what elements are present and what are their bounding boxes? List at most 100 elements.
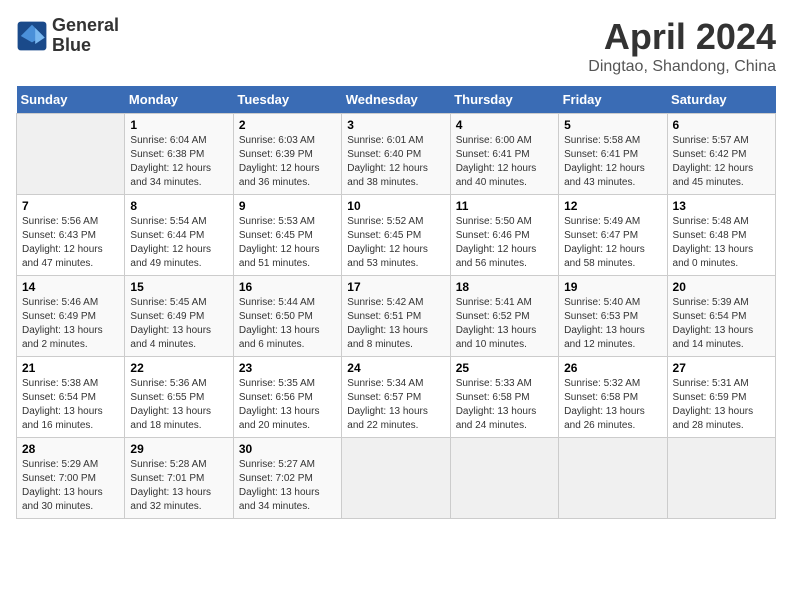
day-number: 24 <box>347 361 444 375</box>
logo-icon <box>16 20 48 52</box>
header-day: Sunday <box>17 86 125 114</box>
day-info: Sunrise: 5:50 AM Sunset: 6:46 PM Dayligh… <box>456 215 553 271</box>
day-info: Sunrise: 5:28 AM Sunset: 7:01 PM Dayligh… <box>130 458 227 514</box>
day-info: Sunrise: 5:38 AM Sunset: 6:54 PM Dayligh… <box>22 377 119 433</box>
calendar-cell: 30Sunrise: 5:27 AM Sunset: 7:02 PM Dayli… <box>233 438 341 519</box>
calendar-cell: 2 Sunrise: 6:03 AM Sunset: 6:39 PM Daylig… <box>233 114 341 195</box>
day-number: 13 <box>673 199 770 213</box>
day-number: 11 <box>456 199 553 213</box>
day-number: 20 <box>673 280 770 294</box>
day-info: Sunrise: 5:42 AM Sunset: 6:51 PM Dayligh… <box>347 296 444 352</box>
calendar-week-row: 21 Sunrise: 5:38 AM Sunset: 6:54 PM Dayli… <box>17 357 776 438</box>
header: General Blue April 2024 Dingtao, Shandon… <box>16 16 776 76</box>
day-info: Sunrise: 5:54 AM Sunset: 6:44 PM Dayligh… <box>130 215 227 271</box>
day-info: Sunrise: 5:49 AM Sunset: 6:47 PM Dayligh… <box>564 215 661 271</box>
day-number: 5 <box>564 118 661 132</box>
calendar-week-row: 7 Sunrise: 5:56 AM Sunset: 6:43 PM Daylig… <box>17 195 776 276</box>
day-info: Sunrise: 5:45 AM Sunset: 6:49 PM Dayligh… <box>130 296 227 352</box>
day-info: Sunrise: 5:39 AM Sunset: 6:54 PM Dayligh… <box>673 296 770 352</box>
day-info: Sunrise: 5:57 AM Sunset: 6:42 PM Dayligh… <box>673 134 770 190</box>
calendar-cell: 11 Sunrise: 5:50 AM Sunset: 6:46 PM Dayli… <box>450 195 558 276</box>
calendar-cell: 16 Sunrise: 5:44 AM Sunset: 6:50 PM Dayli… <box>233 276 341 357</box>
day-number: 28 <box>22 442 119 456</box>
day-info: Sunrise: 5:48 AM Sunset: 6:48 PM Dayligh… <box>673 215 770 271</box>
subtitle: Dingtao, Shandong, China <box>588 58 776 76</box>
day-number: 8 <box>130 199 227 213</box>
day-info: Sunrise: 6:04 AM Sunset: 6:38 PM Dayligh… <box>130 134 227 190</box>
logo-text: General Blue <box>52 16 119 56</box>
day-info: Sunrise: 5:44 AM Sunset: 6:50 PM Dayligh… <box>239 296 336 352</box>
day-info: Sunrise: 6:01 AM Sunset: 6:40 PM Dayligh… <box>347 134 444 190</box>
day-info: Sunrise: 5:29 AM Sunset: 7:00 PM Dayligh… <box>22 458 119 514</box>
day-number: 19 <box>564 280 661 294</box>
calendar-cell: 3 Sunrise: 6:01 AM Sunset: 6:40 PM Daylig… <box>342 114 450 195</box>
calendar-cell: 8 Sunrise: 5:54 AM Sunset: 6:44 PM Daylig… <box>125 195 233 276</box>
title-area: April 2024 Dingtao, Shandong, China <box>588 16 776 76</box>
calendar-cell: 12 Sunrise: 5:49 AM Sunset: 6:47 PM Dayli… <box>559 195 667 276</box>
calendar-cell: 17Sunrise: 5:42 AM Sunset: 6:51 PM Dayli… <box>342 276 450 357</box>
calendar-cell: 13 Sunrise: 5:48 AM Sunset: 6:48 PM Dayli… <box>667 195 775 276</box>
day-number: 29 <box>130 442 227 456</box>
day-info: Sunrise: 5:46 AM Sunset: 6:49 PM Dayligh… <box>22 296 119 352</box>
calendar-cell: 26 Sunrise: 5:32 AM Sunset: 6:58 PM Dayli… <box>559 357 667 438</box>
calendar-cell: 23Sunrise: 5:35 AM Sunset: 6:56 PM Dayli… <box>233 357 341 438</box>
calendar-cell <box>667 438 775 519</box>
day-info: Sunrise: 6:00 AM Sunset: 6:41 PM Dayligh… <box>456 134 553 190</box>
calendar-cell: 25Sunrise: 5:33 AM Sunset: 6:58 PM Dayli… <box>450 357 558 438</box>
day-number: 7 <box>22 199 119 213</box>
calendar-cell: 4 Sunrise: 6:00 AM Sunset: 6:41 PM Daylig… <box>450 114 558 195</box>
day-info: Sunrise: 5:53 AM Sunset: 6:45 PM Dayligh… <box>239 215 336 271</box>
day-info: Sunrise: 5:33 AM Sunset: 6:58 PM Dayligh… <box>456 377 553 433</box>
day-info: Sunrise: 5:52 AM Sunset: 6:45 PM Dayligh… <box>347 215 444 271</box>
day-info: Sunrise: 5:31 AM Sunset: 6:59 PM Dayligh… <box>673 377 770 433</box>
calendar-cell: 7 Sunrise: 5:56 AM Sunset: 6:43 PM Daylig… <box>17 195 125 276</box>
day-info: Sunrise: 6:03 AM Sunset: 6:39 PM Dayligh… <box>239 134 336 190</box>
day-number: 18 <box>456 280 553 294</box>
calendar-cell: 20 Sunrise: 5:39 AM Sunset: 6:54 PM Dayli… <box>667 276 775 357</box>
calendar-cell: 14Sunrise: 5:46 AM Sunset: 6:49 PM Dayli… <box>17 276 125 357</box>
day-info: Sunrise: 5:41 AM Sunset: 6:52 PM Dayligh… <box>456 296 553 352</box>
day-info: Sunrise: 5:40 AM Sunset: 6:53 PM Dayligh… <box>564 296 661 352</box>
calendar-cell: 22 Sunrise: 5:36 AM Sunset: 6:55 PM Dayli… <box>125 357 233 438</box>
calendar-cell <box>342 438 450 519</box>
day-number: 10 <box>347 199 444 213</box>
day-number: 21 <box>22 361 119 375</box>
calendar-week-row: 28 Sunrise: 5:29 AM Sunset: 7:00 PM Dayli… <box>17 438 776 519</box>
day-number: 2 <box>239 118 336 132</box>
calendar-cell: 28 Sunrise: 5:29 AM Sunset: 7:00 PM Dayli… <box>17 438 125 519</box>
logo: General Blue <box>16 16 119 56</box>
header-day: Thursday <box>450 86 558 114</box>
day-number: 9 <box>239 199 336 213</box>
header-day: Wednesday <box>342 86 450 114</box>
calendar-cell: 1 Sunrise: 6:04 AM Sunset: 6:38 PM Daylig… <box>125 114 233 195</box>
day-number: 3 <box>347 118 444 132</box>
calendar-cell: 29 Sunrise: 5:28 AM Sunset: 7:01 PM Dayli… <box>125 438 233 519</box>
calendar-cell: 27Sunrise: 5:31 AM Sunset: 6:59 PM Dayli… <box>667 357 775 438</box>
day-info: Sunrise: 5:32 AM Sunset: 6:58 PM Dayligh… <box>564 377 661 433</box>
day-info: Sunrise: 5:27 AM Sunset: 7:02 PM Dayligh… <box>239 458 336 514</box>
calendar-cell: 9 Sunrise: 5:53 AM Sunset: 6:45 PM Daylig… <box>233 195 341 276</box>
day-number: 4 <box>456 118 553 132</box>
calendar-table: SundayMondayTuesdayWednesdayThursdayFrid… <box>16 86 776 519</box>
calendar-cell <box>17 114 125 195</box>
calendar-cell: 21 Sunrise: 5:38 AM Sunset: 6:54 PM Dayli… <box>17 357 125 438</box>
day-number: 23 <box>239 361 336 375</box>
logo-line1: General <box>52 16 119 36</box>
day-number: 12 <box>564 199 661 213</box>
header-day: Saturday <box>667 86 775 114</box>
day-number: 15 <box>130 280 227 294</box>
calendar-cell <box>559 438 667 519</box>
day-number: 6 <box>673 118 770 132</box>
calendar-cell: 10 Sunrise: 5:52 AM Sunset: 6:45 PM Dayli… <box>342 195 450 276</box>
day-info: Sunrise: 5:36 AM Sunset: 6:55 PM Dayligh… <box>130 377 227 433</box>
day-info: Sunrise: 5:56 AM Sunset: 6:43 PM Dayligh… <box>22 215 119 271</box>
calendar-cell: 19 Sunrise: 5:40 AM Sunset: 6:53 PM Dayli… <box>559 276 667 357</box>
day-number: 16 <box>239 280 336 294</box>
day-number: 1 <box>130 118 227 132</box>
day-number: 26 <box>564 361 661 375</box>
calendar-cell <box>450 438 558 519</box>
day-number: 22 <box>130 361 227 375</box>
calendar-cell: 5Sunrise: 5:58 AM Sunset: 6:41 PM Daylig… <box>559 114 667 195</box>
header-day: Monday <box>125 86 233 114</box>
main-title: April 2024 <box>588 16 776 58</box>
